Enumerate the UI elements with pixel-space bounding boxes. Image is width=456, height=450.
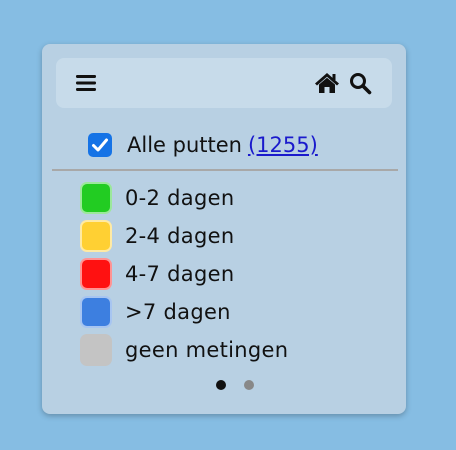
legend-list: 0-2 dagen 2-4 dagen 4-7 dagen >7 dagen g… <box>80 179 288 369</box>
legend-swatch <box>80 296 112 328</box>
legend-swatch <box>80 258 112 290</box>
all-wells-checkbox[interactable] <box>88 133 112 157</box>
legend-label: 2-4 dagen <box>125 224 235 248</box>
legend-item: >7 dagen <box>80 293 288 331</box>
page-dot-1[interactable] <box>216 380 226 390</box>
toolbar <box>56 58 392 108</box>
legend-swatch <box>80 220 112 252</box>
wells-count-link[interactable]: (1255) <box>248 133 318 157</box>
legend-label: 0-2 dagen <box>125 186 235 210</box>
all-wells-row: Alle putten (1255) <box>88 130 318 160</box>
legend-label: 4-7 dagen <box>125 262 235 286</box>
legend-label: >7 dagen <box>125 300 231 324</box>
home-icon[interactable] <box>314 71 339 95</box>
legend-item: geen metingen <box>80 331 288 369</box>
pagination-dots <box>216 380 254 390</box>
search-icon[interactable] <box>348 71 372 95</box>
legend-swatch <box>80 334 112 366</box>
menu-icon[interactable] <box>74 71 98 95</box>
legend-panel: Alle putten (1255) 0-2 dagen 2-4 dagen 4… <box>42 44 406 414</box>
legend-label: geen metingen <box>125 338 289 362</box>
legend-item: 2-4 dagen <box>80 217 288 255</box>
legend-swatch <box>80 182 112 214</box>
divider <box>52 169 398 171</box>
legend-item: 0-2 dagen <box>80 179 288 217</box>
all-wells-label: Alle putten <box>127 133 242 157</box>
page-dot-2[interactable] <box>244 380 254 390</box>
legend-item: 4-7 dagen <box>80 255 288 293</box>
